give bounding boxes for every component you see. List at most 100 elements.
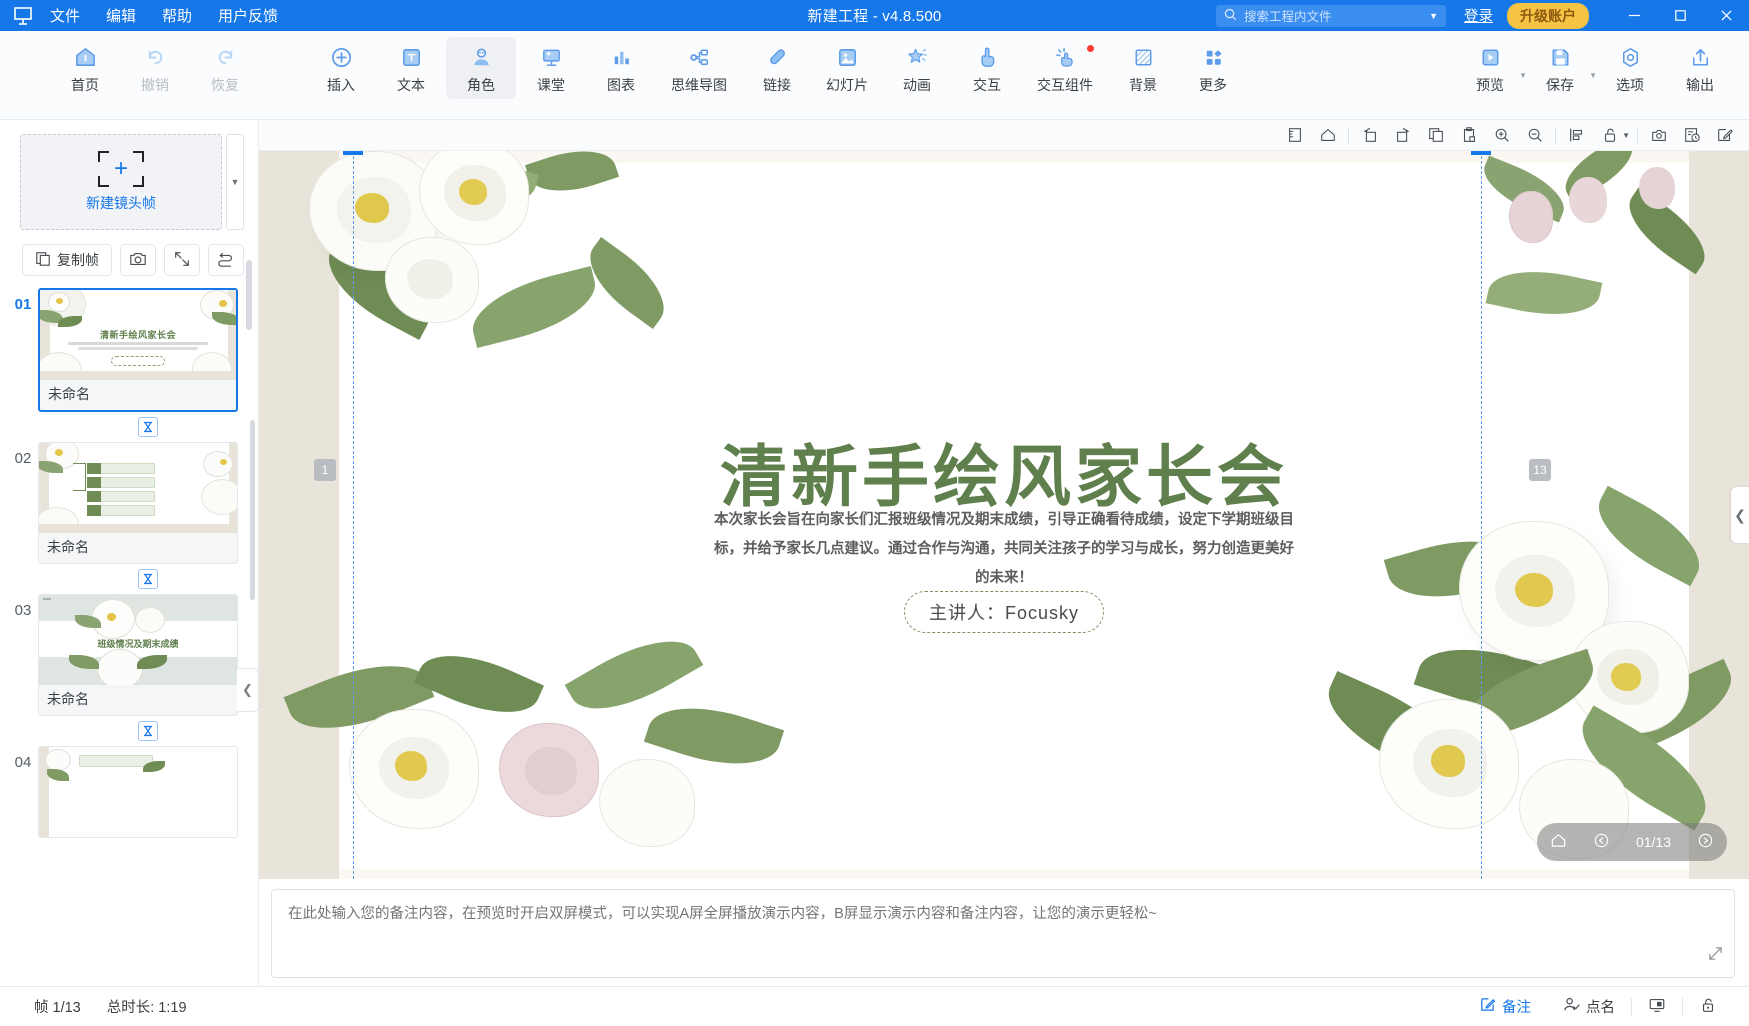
ribbon-text[interactable]: 文本: [376, 37, 446, 99]
list-item[interactable]: 03 班级情况及期末成绩 未命名: [0, 594, 258, 716]
home-shape-icon[interactable]: [1311, 121, 1344, 149]
frame-name[interactable]: 未命名: [39, 533, 237, 563]
selection-handle[interactable]: [343, 151, 363, 155]
ribbon-preview[interactable]: 预览 ▼: [1455, 37, 1527, 99]
snapshot-icon[interactable]: [1642, 121, 1675, 149]
divider: [1637, 126, 1638, 144]
new-badge-dot: [1087, 45, 1094, 52]
slide-nav-pill[interactable]: 01/13: [1537, 823, 1727, 861]
frame-marker-start[interactable]: 1: [314, 459, 336, 481]
search-box[interactable]: 搜索工程内文件 ▼: [1216, 4, 1446, 27]
menu-item-file[interactable]: 文件: [50, 5, 80, 26]
ribbon-mindmap[interactable]: 思维导图: [656, 37, 742, 99]
title-bar: 文件 编辑 帮助 用户反馈 新建工程 - v4.8.500 搜索工程内文件 ▼ …: [0, 0, 1749, 31]
frame-marker-end[interactable]: 13: [1529, 459, 1551, 481]
next-icon[interactable]: [1697, 832, 1714, 852]
history-icon[interactable]: [1675, 121, 1708, 149]
frame-transition[interactable]: [38, 721, 258, 741]
ribbon-background[interactable]: 背景: [1108, 37, 1178, 99]
chevron-down-icon[interactable]: ▼: [1622, 131, 1630, 140]
edit-icon[interactable]: [1708, 121, 1741, 149]
slide-content[interactable]: 清新手绘风家长会 本次家长会旨在向家长们汇报班级情况及期末成绩，引导正确看待成绩…: [259, 151, 1749, 879]
frame-name[interactable]: 未命名: [39, 685, 237, 715]
selection-handle[interactable]: [1471, 151, 1491, 155]
focusky-logo-icon[interactable]: [0, 6, 46, 26]
roll-call-button[interactable]: 点名: [1547, 996, 1631, 1017]
sidebar-collapse-button[interactable]: ❮: [237, 668, 259, 712]
ribbon-export[interactable]: 输出: [1665, 37, 1735, 99]
ribbon-redo[interactable]: 恢复: [190, 37, 260, 99]
ribbon-save[interactable]: 保存 ▼: [1525, 37, 1597, 99]
presenter-screen-button[interactable]: [1632, 996, 1682, 1018]
ribbon-options[interactable]: 选项: [1595, 37, 1665, 99]
status-right: 备注 点名: [1463, 996, 1733, 1018]
maximize-icon[interactable]: [1657, 0, 1703, 31]
ribbon-undo[interactable]: 撤销: [120, 37, 190, 99]
reorder-path-button[interactable]: [208, 244, 244, 276]
slide-counter: 01/13: [1635, 834, 1671, 850]
zoom-in-icon[interactable]: [1485, 121, 1518, 149]
app-window: 文件 编辑 帮助 用户反馈 新建工程 - v4.8.500 搜索工程内文件 ▼ …: [0, 0, 1749, 1026]
frame-card[interactable]: 未命名: [38, 442, 238, 564]
close-icon[interactable]: [1703, 0, 1749, 31]
frame-card[interactable]: [38, 746, 238, 838]
roll-call-label: 点名: [1586, 1000, 1615, 1016]
notes-input[interactable]: [271, 889, 1735, 978]
new-frame-dropdown[interactable]: ▼: [226, 134, 244, 230]
ribbon-insert[interactable]: 插入: [306, 37, 376, 99]
list-item[interactable]: 02 未命名: [0, 442, 258, 564]
menu-item-help[interactable]: 帮助: [162, 5, 192, 26]
slide-canvas[interactable]: 清新手绘风家长会 本次家长会旨在向家长们汇报班级情况及期末成绩，引导正确看待成绩…: [259, 151, 1749, 879]
frame-name[interactable]: 未命名: [40, 380, 236, 410]
minimize-icon[interactable]: [1611, 0, 1657, 31]
lock-button[interactable]: [1683, 996, 1733, 1018]
duplicate-frame-button[interactable]: 复制帧: [22, 244, 112, 276]
presenter-screen-icon: [1648, 996, 1666, 1018]
list-item[interactable]: 01 清新手绘风家长会 未命名: [0, 288, 258, 412]
ribbon-interaction[interactable]: 交互: [952, 37, 1022, 99]
ribbon-interactive-component[interactable]: 交互组件: [1022, 37, 1108, 99]
ribbon-link[interactable]: 链接: [742, 37, 812, 99]
paste-icon[interactable]: [1452, 121, 1485, 149]
notes-toggle-button[interactable]: 备注: [1463, 996, 1547, 1017]
frame-transition[interactable]: [38, 417, 258, 437]
prev-icon[interactable]: [1593, 832, 1610, 852]
ribbon-chart[interactable]: 图表: [586, 37, 656, 99]
copy-icon[interactable]: [1419, 121, 1452, 149]
home-icon[interactable]: [1550, 832, 1567, 852]
frames-scrollbar[interactable]: [250, 420, 255, 600]
chevron-down-icon[interactable]: ▼: [1429, 11, 1438, 21]
menu-item-edit[interactable]: 编辑: [106, 5, 136, 26]
roll-call-icon: [1563, 996, 1580, 1017]
ribbon-home[interactable]: 首页: [50, 37, 120, 99]
ribbon-toolbar: 首页 撤销 恢复 插入 文本 角色 课堂 图表 思维导图 链接 幻灯片 动画 交…: [0, 31, 1749, 120]
align-icon[interactable]: [1560, 121, 1593, 149]
rotate-right-icon[interactable]: [1386, 121, 1419, 149]
frame-card[interactable]: 班级情况及期末成绩 未命名: [38, 594, 238, 716]
ribbon-animation[interactable]: 动画: [882, 37, 952, 99]
ribbon-character[interactable]: 角色: [446, 37, 516, 99]
menu-item-feedback[interactable]: 用户反馈: [218, 5, 278, 26]
redo-icon: [213, 42, 238, 72]
camera-button[interactable]: [120, 244, 156, 276]
ribbon-slideshow[interactable]: 幻灯片: [812, 37, 882, 99]
mindmap-icon: [687, 42, 712, 72]
frame-card[interactable]: 清新手绘风家长会 未命名: [38, 288, 238, 412]
frame-transition[interactable]: [38, 569, 258, 589]
ruler-icon[interactable]: [1278, 121, 1311, 149]
slide-subtitle[interactable]: 本次家长会旨在向家长们汇报班级情况及期末成绩，引导正确看待成绩，设定下学期班级目…: [714, 506, 1294, 593]
speaker-badge[interactable]: 主讲人：Focusky: [904, 591, 1104, 633]
copy-frame-icon: [35, 251, 51, 270]
login-button[interactable]: 登录: [1464, 5, 1493, 26]
ribbon-classroom[interactable]: 课堂: [516, 37, 586, 99]
zoom-out-icon[interactable]: [1518, 121, 1551, 149]
resize-handle-icon[interactable]: [1708, 946, 1723, 964]
rotate-left-icon[interactable]: [1353, 121, 1386, 149]
ribbon-more[interactable]: 更多: [1178, 37, 1248, 99]
upgrade-account-button[interactable]: 升级账户: [1507, 2, 1589, 29]
canvas-right-panel-toggle[interactable]: ❮: [1731, 487, 1749, 543]
fit-frame-button[interactable]: [164, 244, 200, 276]
frames-list: 01 清新手绘风家长会 未命名 02 未命名 03 班级情况及期末成绩 未命名 …: [0, 288, 258, 986]
list-item[interactable]: 04: [0, 746, 258, 838]
new-frame-button[interactable]: + 新建镜头帧: [20, 134, 222, 230]
